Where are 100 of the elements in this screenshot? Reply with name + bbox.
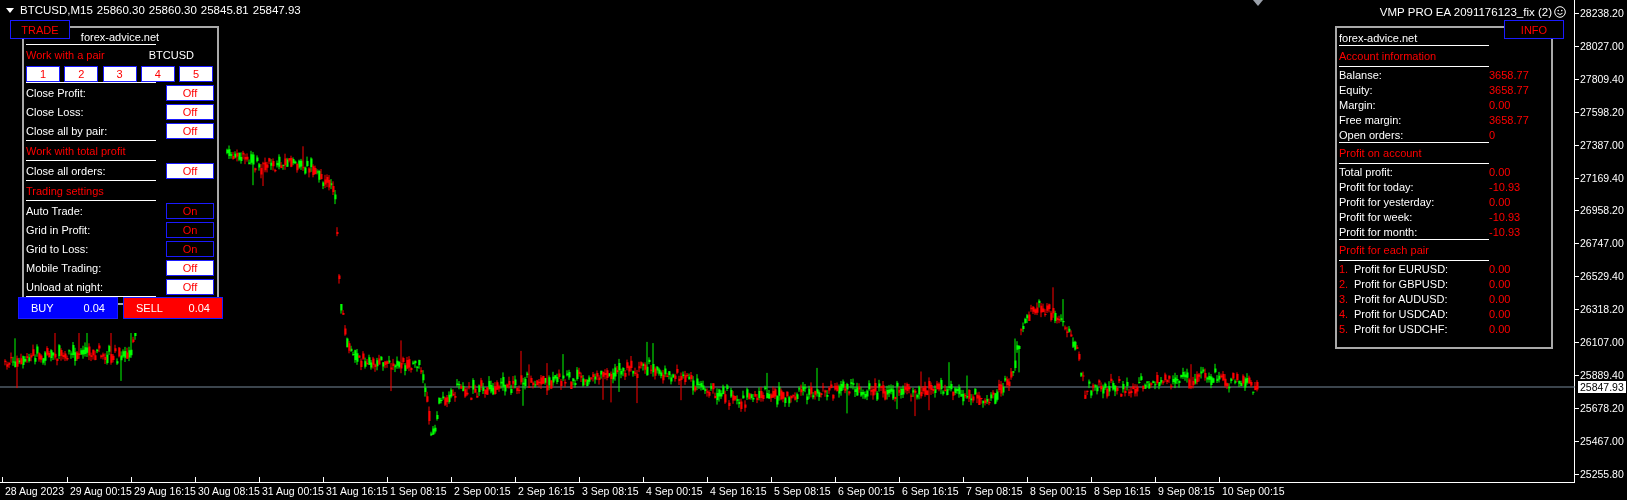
toggle-button[interactable]: On [166, 221, 214, 238]
price-label: 25255.80 [1580, 466, 1624, 481]
price-label: 27169.40 [1580, 170, 1624, 185]
toggle-button[interactable]: Off [166, 259, 214, 276]
time-label: 8 Sep 16:15 [1094, 485, 1151, 498]
symbol-label: BTCUSD,M15 [20, 4, 93, 16]
info-value: 0.00 [1489, 98, 1512, 111]
order-button[interactable]: BUY 0.04 [18, 297, 118, 319]
toggle-button[interactable]: Off [166, 84, 214, 101]
row-number: 2. [1339, 277, 1350, 290]
time-label: 28 Aug 2023 [5, 485, 64, 498]
info-label: Profit for USDCAD: [1354, 307, 1449, 320]
info-label: Profit for today: [1339, 180, 1414, 193]
setting-label: Grid to Loss: [26, 242, 89, 255]
info-value: 3658.77 [1489, 83, 1530, 96]
price-label: 27387.00 [1580, 137, 1624, 152]
price-value: 25860.30 [96, 4, 145, 16]
info-value: 0 [1489, 128, 1497, 141]
time-label: 4 Sep 00:15 [646, 485, 703, 498]
price-label: 26107.00 [1580, 335, 1624, 349]
time-label: 6 Sep 00:15 [838, 485, 895, 498]
info-value: -10.93 [1489, 225, 1522, 238]
current-price-label: 25847.93 [1578, 381, 1626, 393]
time-label: 6 Sep 16:15 [902, 485, 959, 498]
time-label: 9 Sep 08:15 [1158, 485, 1215, 498]
time-label: 7 Sep 08:15 [966, 485, 1023, 498]
toggle-button[interactable]: Off [166, 103, 214, 120]
info-value: 0.00 [1489, 262, 1512, 275]
info-value: -10.93 [1489, 180, 1522, 193]
time-label: 5 Sep 08:15 [774, 485, 831, 498]
price-label: 28238.20 [1580, 6, 1624, 20]
toggle-button[interactable]: On [166, 240, 214, 257]
info-value: 0.00 [1489, 292, 1512, 305]
info-value: -10.93 [1489, 210, 1522, 223]
info-value: 0.00 [1489, 165, 1512, 178]
expert-name: VMP PRO EA 2091176123_fix (2) [1379, 6, 1552, 18]
price-label: 27809.40 [1580, 71, 1624, 86]
info-label: Profit for month: [1339, 225, 1418, 238]
price-label: 25467.00 [1580, 433, 1624, 448]
row-number: 1. [1339, 262, 1350, 275]
time-label: 8 Sep 00:15 [1030, 485, 1087, 498]
section-heading: Work with total profit [26, 144, 126, 157]
price-label: 26958.20 [1580, 203, 1624, 218]
info-tab[interactable]: INFO [1504, 20, 1564, 39]
time-label: 2 Sep 00:15 [454, 485, 511, 498]
section-heading: Trading settings [26, 184, 104, 197]
setting-label: Close all orders: [26, 164, 106, 177]
section-heading: Work with a pair [26, 48, 105, 61]
pair-button[interactable]: 1 [26, 66, 60, 82]
price-value: 25847.93 [252, 4, 301, 16]
price-label: 28027.00 [1580, 38, 1624, 53]
info-label: Total profit: [1339, 165, 1393, 178]
time-label: 3 Sep 08:15 [582, 485, 639, 498]
time-label: 10 Sep 00:15 [1222, 485, 1285, 498]
dropdown-icon[interactable] [6, 7, 14, 13]
pair-button[interactable]: 3 [102, 66, 137, 82]
time-label: 2 Sep 16:15 [518, 485, 575, 498]
time-label: 1 Sep 08:15 [390, 485, 447, 498]
info-value: 0.00 [1489, 195, 1512, 208]
shift-marker-icon[interactable] [1253, 0, 1263, 6]
order-button[interactable]: SELL 0.04 [123, 297, 223, 319]
info-value: 3658.77 [1489, 68, 1530, 81]
info-label: Margin: [1339, 98, 1376, 111]
toggle-button[interactable]: Off [166, 162, 214, 179]
info-label: Profit for USDCHF: [1354, 322, 1448, 335]
price-label: 26318.20 [1580, 302, 1624, 317]
row-number: 5. [1339, 322, 1350, 335]
site-label: forex-advice.net [1339, 31, 1419, 45]
time-label: 29 Aug 16:15 [134, 485, 196, 498]
setting-label: Mobile Trading: [26, 261, 102, 274]
setting-label: Close all by pair: [26, 124, 108, 137]
section-heading: Account information [1339, 49, 1438, 64]
info-value: 0.00 [1489, 307, 1512, 320]
setting-label: Auto Trade: [26, 204, 83, 217]
info-label: Profit for GBPUSD: [1354, 277, 1449, 290]
pair-label: BTCUSD [148, 48, 194, 61]
price-label: 26529.40 [1580, 269, 1624, 284]
setting-label: Close Loss: [26, 105, 84, 118]
price-value: 25845.81 [200, 4, 249, 16]
pair-button[interactable]: 2 [64, 66, 99, 82]
info-label: Balanse: [1339, 68, 1382, 81]
pair-button[interactable]: 5 [179, 66, 213, 82]
price-label: 26747.00 [1580, 236, 1624, 251]
info-value: 0.00 [1489, 322, 1512, 335]
setting-label: Grid in Profit: [26, 223, 91, 236]
info-value: 3658.77 [1489, 113, 1530, 126]
toggle-button[interactable]: Off [166, 278, 214, 295]
section-heading: Profit on account [1339, 146, 1423, 161]
smiley-icon [1554, 6, 1566, 18]
info-label: Profit for EURUSD: [1354, 262, 1449, 275]
section-heading: Profit for each pair [1339, 243, 1430, 258]
toggle-button[interactable]: Off [166, 122, 214, 139]
info-label: Profit for yesterday: [1339, 195, 1435, 208]
time-label: 30 Aug 08:15 [198, 485, 260, 498]
pair-button[interactable]: 4 [140, 66, 175, 82]
info-label: Profit for week: [1339, 210, 1413, 223]
info-label: Equity: [1339, 83, 1373, 96]
toggle-button[interactable]: On [166, 202, 214, 219]
row-number: 4. [1339, 307, 1350, 320]
trade-tab[interactable]: TRADE [10, 20, 70, 39]
